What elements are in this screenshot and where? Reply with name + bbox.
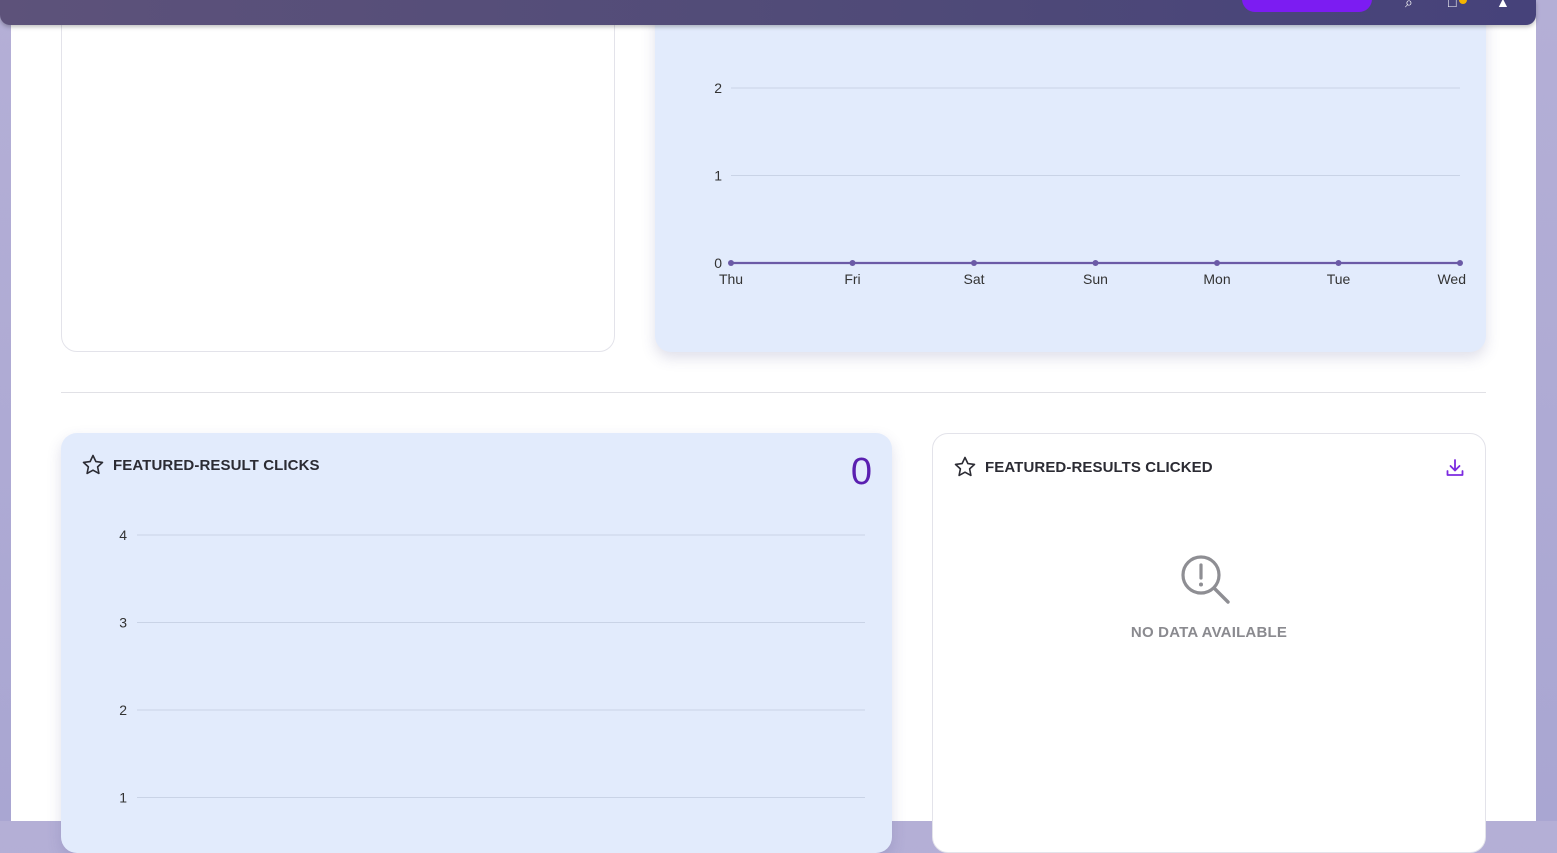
x-tick-label: Sun (1083, 271, 1108, 287)
top-line-chart: 0 1 2 Thu Fri Sat Sun Mon Tue Wed (714, 80, 1466, 287)
x-tick-label: Mon (1203, 271, 1230, 287)
download-icon[interactable] (1443, 456, 1467, 480)
x-tick-label: Fri (844, 271, 860, 287)
featured-clicks-line-chart: 1 2 3 4 (119, 527, 865, 806)
notification-badge (1459, 0, 1467, 4)
y-tick-label: 0 (714, 255, 722, 271)
no-data-message: NO DATA AVAILABLE (1130, 624, 1288, 641)
y-tick-label: 1 (119, 790, 127, 806)
data-point (728, 260, 734, 266)
featured-results-clicked-card: FEATURED-RESULTS CLICKED NO DATA AVAILAB… (932, 433, 1486, 853)
data-point (971, 260, 977, 266)
primary-action-button[interactable] (1242, 0, 1372, 12)
data-point (1214, 260, 1220, 266)
y-tick-label: 1 (714, 168, 722, 184)
x-tick-label: Tue (1327, 271, 1351, 287)
main-content: 0 1 2 Thu Fri Sat Sun Mon Tue Wed FEATURED-RESULT… (11, 0, 1536, 853)
section-divider (61, 392, 1486, 393)
search-alert-icon (1181, 555, 1230, 604)
y-tick-label: 2 (119, 702, 127, 718)
y-tick-label: 2 (714, 80, 722, 96)
x-tick-label: Thu (719, 271, 743, 287)
card-title: FEATURED-RESULTS CLICKED (985, 459, 1213, 476)
star-icon (954, 456, 976, 477)
y-tick-label: 3 (119, 615, 127, 631)
x-tick-label: Sat (963, 271, 984, 287)
data-point (1335, 260, 1342, 266)
data-point (1457, 260, 1463, 266)
x-tick-label: Wed (1437, 271, 1466, 287)
search-icon[interactable]: ⌕ (1405, 0, 1413, 11)
data-point (1092, 260, 1099, 266)
top-navigation-bar: ⌕ □ ▲ (0, 0, 1536, 25)
data-point (849, 260, 856, 266)
cart-icon[interactable]: ▲ (1496, 0, 1510, 10)
featured-result-clicks-card: FEATURED-RESULT CLICKS 0 1234 (61, 433, 892, 853)
empty-card (61, 0, 615, 352)
top-line-chart-card: 0 1 2 Thu Fri Sat Sun Mon Tue Wed (655, 0, 1486, 352)
y-tick-label: 4 (119, 527, 127, 543)
notification-icon[interactable]: □ (1448, 0, 1456, 10)
